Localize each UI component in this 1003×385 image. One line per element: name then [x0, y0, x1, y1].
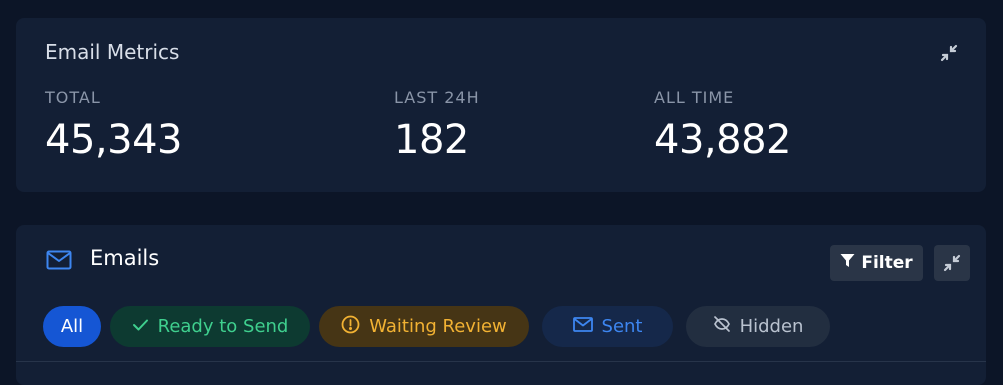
collapse-arrows-icon[interactable] — [938, 42, 960, 64]
metric-last-24h: LAST 24H 182 — [394, 88, 480, 163]
metric-last-24h-value: 182 — [394, 117, 469, 163]
metrics-title: Email Metrics — [45, 40, 180, 64]
email-metrics-card: Email Metrics TOTAL 45,343 LAST 24H 182 … — [16, 18, 986, 192]
filter-button[interactable]: Filter — [830, 245, 923, 281]
divider — [16, 361, 986, 362]
emails-card: Emails Filter All Ready to Send Waiting … — [16, 225, 986, 385]
metric-last-24h-label: LAST 24H — [394, 88, 480, 107]
emails-title: Emails — [90, 246, 160, 270]
check-icon — [132, 316, 149, 337]
metric-total-value: 45,343 — [45, 117, 182, 163]
tab-hidden-label: Hidden — [739, 316, 804, 337]
funnel-icon — [840, 253, 855, 273]
tab-all-label: All — [60, 316, 84, 337]
collapse-arrows-icon[interactable] — [934, 245, 970, 281]
mail-icon — [572, 316, 593, 337]
metric-all-time: ALL TIME 43,882 — [654, 88, 791, 163]
email-status-tabs: All Ready to Send Waiting Review Sent Hi… — [43, 306, 839, 347]
alert-circle-icon — [341, 315, 360, 339]
metric-total: TOTAL 45,343 — [45, 88, 182, 163]
eye-off-icon — [713, 315, 731, 338]
filter-label: Filter — [861, 253, 913, 273]
tab-all[interactable]: All — [43, 306, 101, 347]
tab-ready-to-send[interactable]: Ready to Send — [110, 306, 310, 347]
tab-hidden[interactable]: Hidden — [686, 306, 830, 347]
tab-sent-label: Sent — [601, 316, 643, 337]
tab-waiting-review-label: Waiting Review — [369, 316, 507, 337]
tab-ready-to-send-label: Ready to Send — [157, 316, 289, 337]
metric-total-label: TOTAL — [45, 88, 101, 107]
metric-all-time-label: ALL TIME — [654, 88, 735, 107]
tab-sent[interactable]: Sent — [542, 306, 673, 347]
metric-all-time-value: 43,882 — [654, 117, 791, 163]
tab-waiting-review[interactable]: Waiting Review — [319, 306, 529, 347]
mail-icon — [46, 250, 72, 274]
